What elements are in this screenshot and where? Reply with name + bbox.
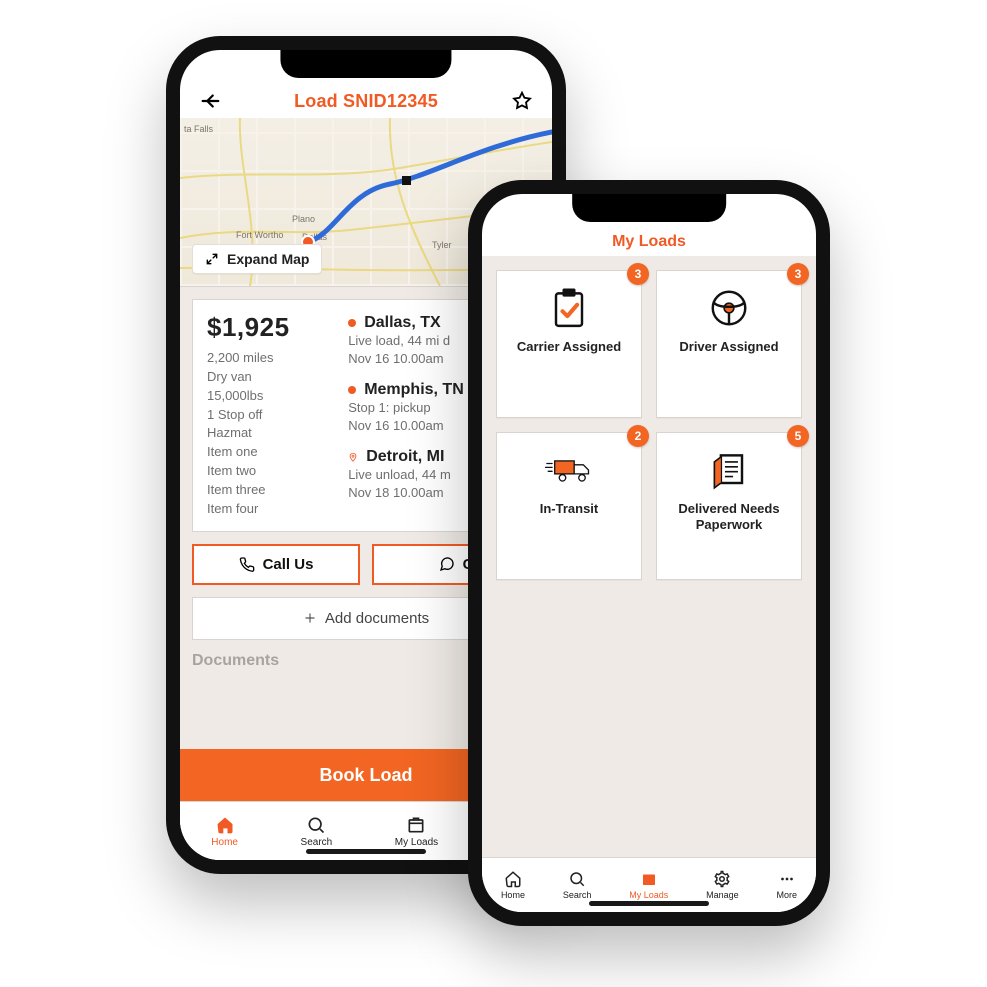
spec-item: Item four [207,500,334,519]
tab-label: Search [563,890,592,900]
plus-icon [303,611,317,625]
home-icon [215,815,235,835]
phone-icon [239,556,255,572]
tab-search[interactable]: Search [563,870,592,900]
box-icon [406,815,426,835]
chat-icon [439,556,455,572]
tab-label: Manage [706,890,739,900]
price: $1,925 [207,312,334,343]
dot-icon [348,319,356,327]
count-badge: 5 [787,425,809,447]
tab-label: Search [301,837,333,848]
home-indicator [589,901,709,906]
spec-item: 15,000lbs [207,387,334,406]
tile-label: In-Transit [540,501,599,517]
expand-map-button[interactable]: Expand Map [192,244,322,274]
clipboard-check-icon [543,285,595,331]
tab-more[interactable]: More [777,870,798,900]
tab-home[interactable]: Home [501,870,525,900]
truck-icon [543,447,595,493]
my-loads-body: 3 Carrier Assigned 3 [482,256,816,857]
pin-icon [348,450,358,464]
tab-label: Home [211,837,238,848]
tab-my-loads[interactable]: My Loads [629,870,668,900]
tab-label: My Loads [395,837,438,848]
spec-item: 2,200 miles [207,349,334,368]
count-badge: 3 [627,263,649,285]
phone-notch [280,50,451,78]
count-badge: 2 [627,425,649,447]
tile-in-transit[interactable]: 2 In-Transit [496,432,642,580]
search-icon [306,815,326,835]
expand-map-label: Expand Map [227,251,309,267]
phone-notch [572,194,726,222]
stop-city: Dallas, TX [364,314,440,332]
tab-my-loads[interactable]: My Loads [395,815,438,848]
home-indicator [306,849,426,854]
dot-icon [348,386,356,394]
steering-wheel-icon [703,285,755,331]
stop-city: Memphis, TN [364,381,464,399]
tab-manage[interactable]: Manage [706,870,739,900]
status-grid: 3 Carrier Assigned 3 [496,270,802,580]
phone-device-right: My Loads 3 Carrier Assigned [468,180,830,926]
tile-driver-assigned[interactable]: 3 Driver Assigned [656,270,802,418]
spec-item: Item two [207,462,334,481]
spec-item: Item one [207,443,334,462]
tab-label: More [777,890,798,900]
tab-home[interactable]: Home [211,815,238,848]
stop-city: Detroit, MI [366,448,444,466]
call-us-label: Call Us [263,556,314,573]
back-button[interactable] [196,87,224,115]
tile-label: Driver Assigned [679,339,778,355]
more-icon [778,870,796,888]
spec-item: Hazmat [207,424,334,443]
tab-label: My Loads [629,890,668,900]
page-title: Load SNID12345 [294,91,438,112]
tile-carrier-assigned[interactable]: 3 Carrier Assigned [496,270,642,418]
favorite-button[interactable] [508,87,536,115]
spec-item: Dry van [207,368,334,387]
tab-label: Home [501,890,525,900]
spec-list: 2,200 miles Dry van 15,000lbs 1 Stop off… [207,349,334,519]
home-icon [504,870,522,888]
tab-search[interactable]: Search [301,815,333,848]
spec-item: Item three [207,481,334,500]
spec-item: 1 Stop off [207,406,334,425]
expand-icon [205,252,219,266]
call-us-button[interactable]: Call Us [192,544,360,585]
star-icon [511,90,533,112]
count-badge: 3 [787,263,809,285]
gear-icon [713,870,731,888]
price-column: $1,925 2,200 miles Dry van 15,000lbs 1 S… [207,312,334,519]
tile-delivered-paperwork[interactable]: 5 Delivered Needs Paperwork [656,432,802,580]
arrow-left-icon [199,90,221,112]
box-icon [640,870,658,888]
tile-label: Carrier Assigned [517,339,621,355]
book-load-label: Book Load [320,765,413,785]
search-icon [568,870,586,888]
tile-label: Delivered Needs Paperwork [667,501,791,534]
phone-screen: My Loads 3 Carrier Assigned [482,194,816,912]
add-documents-label: Add documents [325,610,429,627]
documents-icon [703,447,755,493]
